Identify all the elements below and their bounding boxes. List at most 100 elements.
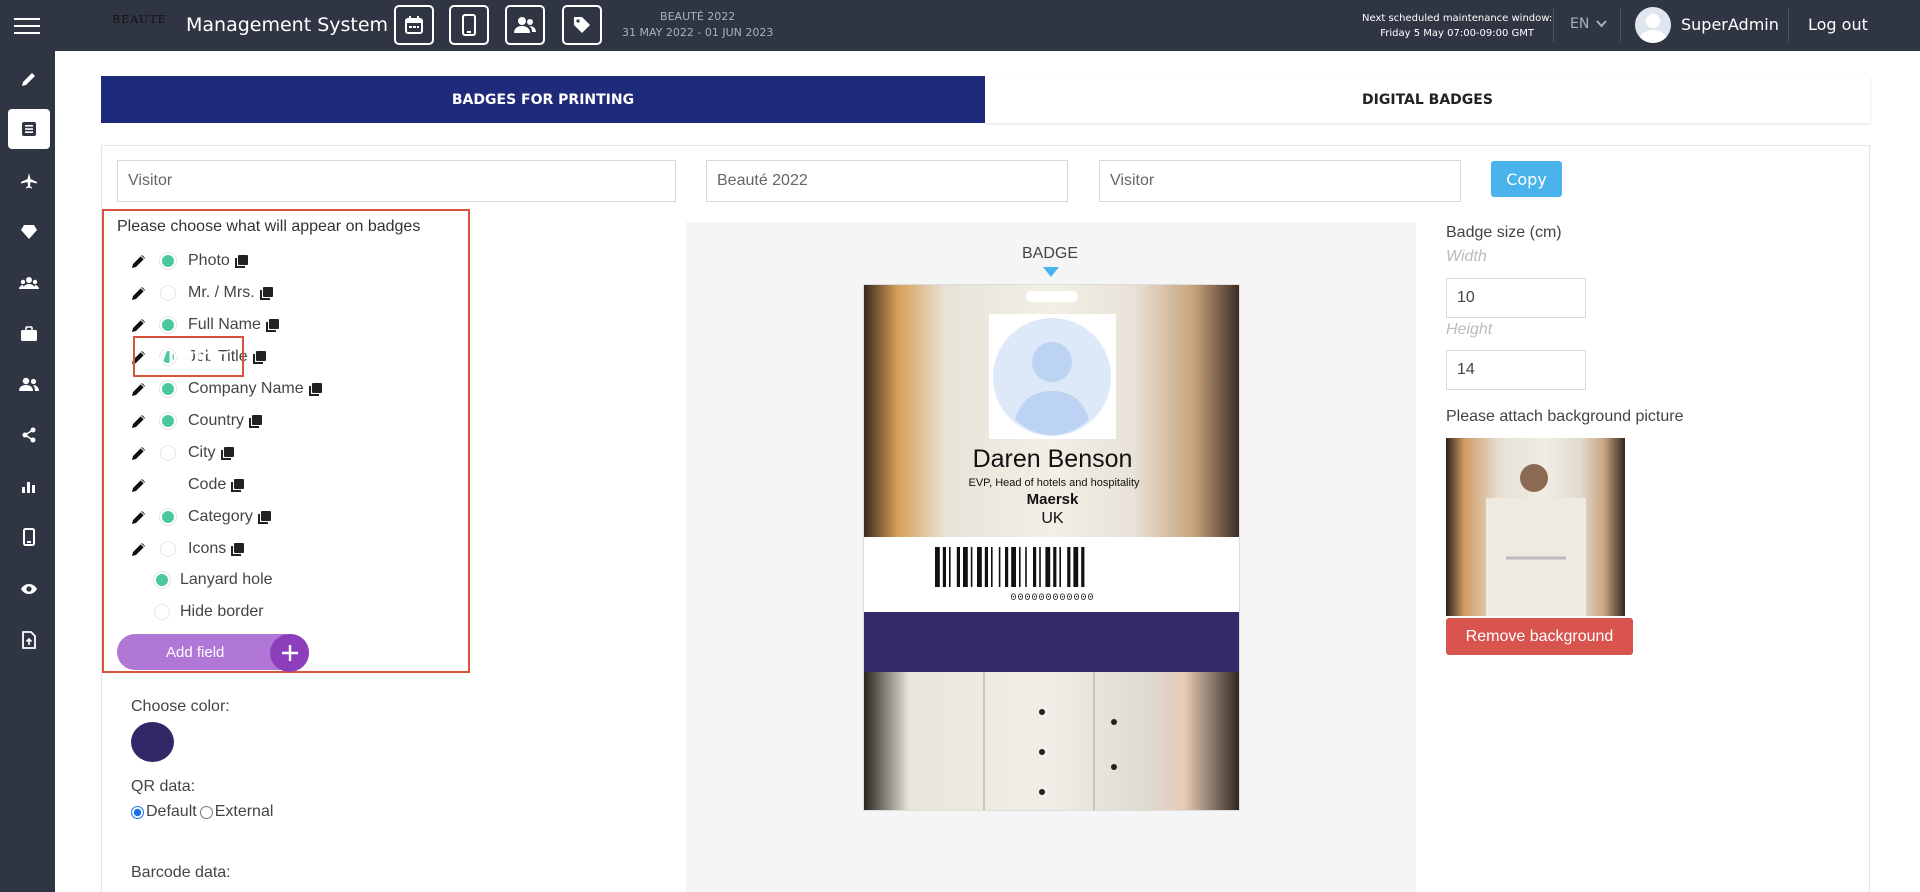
duplicate-icon[interactable] <box>308 382 323 397</box>
chevron-down-icon <box>1596 20 1607 28</box>
toggle-dot[interactable] <box>160 253 176 269</box>
badge-name-input[interactable]: Visitor <box>117 160 676 202</box>
sidebar-item-users[interactable] <box>8 364 50 404</box>
language-select[interactable]: EN <box>1570 16 1607 32</box>
sidebar-item-stats[interactable] <box>8 466 50 506</box>
pencil-icon[interactable] <box>130 508 148 526</box>
username[interactable]: SuperAdmin <box>1681 15 1779 34</box>
remove-background-button[interactable]: Remove background <box>1446 618 1633 655</box>
mobile-icon <box>23 528 35 546</box>
badge-country: UK <box>1041 510 1064 527</box>
event-name: BEAUTÉ 2022 <box>660 10 736 23</box>
calendar-icon <box>405 16 423 34</box>
choose-color-label: Choose color: <box>131 698 230 715</box>
qr-default-radio[interactable] <box>131 805 144 819</box>
sidebar-item-app[interactable] <box>8 517 50 557</box>
duplicate-icon[interactable] <box>220 446 235 461</box>
pencil-icon[interactable] <box>130 412 148 430</box>
sidebar-item-travel[interactable] <box>8 161 50 201</box>
pencil-icon[interactable] <box>130 316 148 334</box>
option-hide-border[interactable]: Hide border <box>154 601 264 623</box>
width-input[interactable]: 10 <box>1446 278 1586 318</box>
field-label: Code <box>188 476 227 493</box>
copy-button[interactable]: Copy <box>1491 161 1562 197</box>
barcode-number: 000000000000 <box>1010 593 1095 604</box>
pencil-icon[interactable] <box>130 444 148 462</box>
pencil-icon[interactable] <box>130 540 148 558</box>
toggle-dot[interactable] <box>160 285 176 301</box>
category-input[interactable]: Visitor <box>1099 160 1461 202</box>
event-input[interactable]: Beauté 2022 <box>706 160 1068 202</box>
tab-badges-for-printing[interactable]: BADGES FOR PRINTING <box>101 76 985 123</box>
pencil-icon[interactable] <box>130 252 148 270</box>
calendar-button[interactable] <box>394 5 434 45</box>
height-input[interactable]: 14 <box>1446 350 1586 390</box>
field-row-photo[interactable]: Photo <box>130 250 249 272</box>
sidebar-item-share[interactable] <box>8 415 50 455</box>
field-label: City <box>188 444 216 461</box>
toggle-dot[interactable] <box>160 413 176 429</box>
toggle-dot[interactable] <box>160 509 176 525</box>
field-row-city[interactable]: City <box>130 442 235 464</box>
add-field-plus-button[interactable] <box>270 634 309 672</box>
divider <box>1620 8 1621 42</box>
field-row-code[interactable]: Code <box>130 474 245 496</box>
toggle-dot[interactable] <box>160 541 176 557</box>
duplicate-icon[interactable] <box>259 286 274 301</box>
logout-link[interactable]: Log out <box>1808 15 1868 34</box>
event-dates: 31 MAY 2022 - 01 JUN 2023 <box>622 26 774 39</box>
tag-icon <box>574 17 590 33</box>
toggle-dot[interactable] <box>154 572 170 588</box>
background-thumbnail[interactable] <box>1446 438 1625 616</box>
duplicate-icon[interactable] <box>265 318 280 333</box>
color-picker[interactable] <box>131 722 174 762</box>
tab-digital-badges[interactable]: DIGITAL BADGES <box>985 76 1870 123</box>
mobile-button[interactable] <box>449 5 489 45</box>
field-row-country[interactable]: Country <box>130 410 263 432</box>
pencil-icon[interactable] <box>130 284 148 302</box>
plus-icon <box>281 645 298 661</box>
attach-background-label: Please attach background picture <box>1446 408 1684 425</box>
duplicate-icon[interactable] <box>257 510 272 525</box>
field-label: Category <box>188 508 253 525</box>
field-row-icons[interactable]: Icons <box>130 538 245 560</box>
people-button[interactable] <box>505 5 545 45</box>
pencil-icon[interactable] <box>130 380 148 398</box>
sidebar-item-edit[interactable] <box>8 59 50 99</box>
badge-job-title: EVP, Head of hotels and hospitality <box>968 477 1140 489</box>
toggle-dot[interactable] <box>160 381 176 397</box>
field-row-mr-mrs[interactable]: Mr. / Mrs. <box>130 282 274 304</box>
field-row-category[interactable]: Category <box>130 506 272 528</box>
divider <box>1553 8 1554 42</box>
option-lanyard-hole[interactable]: Lanyard hole <box>154 569 273 591</box>
toggle-dot[interactable] <box>160 445 176 461</box>
duplicate-icon[interactable] <box>248 414 263 429</box>
duplicate-icon[interactable] <box>230 478 245 493</box>
toggle-dot[interactable] <box>154 604 170 620</box>
sidebar-item-list[interactable] <box>8 109 50 149</box>
sidebar-item-sponsors[interactable] <box>8 212 50 252</box>
field-row-full-name[interactable]: Full Name <box>130 314 280 336</box>
top-bar: BEAUTÉ Management System BEAUTÉ 2022 31 … <box>0 0 1920 51</box>
pencil-icon[interactable] <box>130 476 148 494</box>
duplicate-icon[interactable] <box>230 542 245 557</box>
qr-data-label: QR data: <box>131 778 196 795</box>
duplicate-icon[interactable] <box>252 350 267 365</box>
sidebar-item-import[interactable] <box>8 620 50 660</box>
maintenance-line2: Friday 5 May 07:00-09:00 GMT <box>1380 28 1535 39</box>
sidebar-item-groups[interactable] <box>8 263 50 303</box>
badge-category[interactable]: Visitor <box>133 336 244 377</box>
toggle-dot[interactable] <box>160 477 176 493</box>
tag-button[interactable] <box>562 5 602 45</box>
qr-external-radio[interactable] <box>199 805 213 819</box>
sidebar-item-preview[interactable] <box>8 569 50 609</box>
toggle-dot[interactable] <box>160 317 176 333</box>
caret-down-icon <box>1043 267 1059 277</box>
width-label: Width <box>1446 248 1487 265</box>
avatar[interactable] <box>1635 7 1671 43</box>
field-row-company-name[interactable]: Company Name <box>130 378 323 400</box>
menu-icon[interactable] <box>14 18 40 34</box>
duplicate-icon[interactable] <box>234 254 249 269</box>
sidebar-item-exhibitors[interactable] <box>8 314 50 354</box>
badge-full-name: Daren Benson <box>972 445 1133 473</box>
